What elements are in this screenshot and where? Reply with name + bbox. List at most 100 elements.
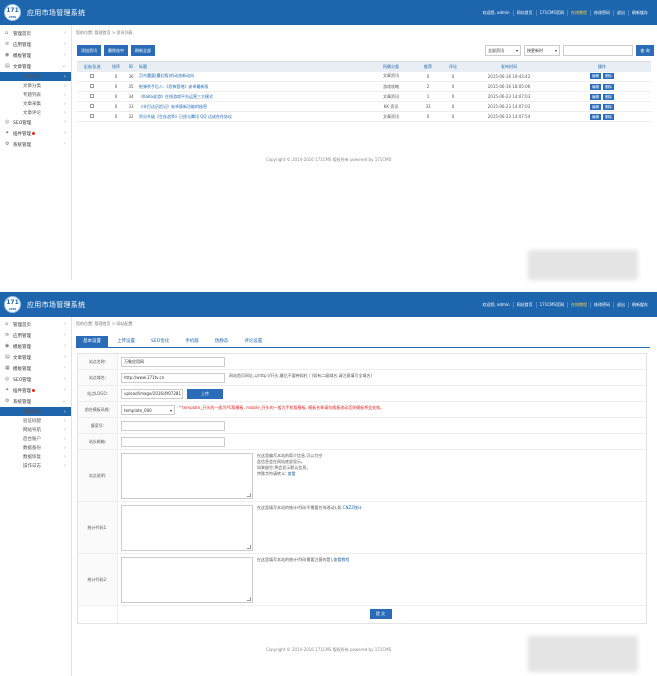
stats-code2-textarea[interactable] (121, 557, 253, 603)
tab-comments[interactable]: 评论设置 (237, 336, 269, 347)
delete-button[interactable]: 删除 (603, 83, 614, 90)
row-checkbox[interactable] (90, 114, 94, 118)
sidebar-item-article-list[interactable]: 文章列表 › (0, 72, 71, 81)
nav-site-home[interactable]: 网站首页 (512, 10, 536, 16)
nav-site-home[interactable]: 网站首页 (512, 302, 536, 308)
sidebar-item-site-config[interactable]: 网站配置 › (0, 407, 71, 416)
sidebar-item-home[interactable]: ⌂ 管理首页 ‹ (0, 319, 71, 330)
row-title-link[interactable]: 枪弹杀手后人:《恐怖营地》安卓最新版 (139, 84, 208, 89)
sidebar-item-site-nav[interactable]: 网站导航 › (0, 425, 71, 434)
nav-change-password[interactable]: 修改密码 (590, 302, 613, 308)
nav-logout[interactable]: 退出 (613, 10, 628, 16)
sidebar-item-articles[interactable]: ▤ 文章管理 ‹ (0, 352, 71, 363)
edit-button[interactable]: 编辑 (590, 93, 601, 100)
row-title-link[interactable]: 沉鸟魔蛋(魔幻版)的动态新动向 (139, 73, 194, 78)
search-button[interactable]: 查 询 (636, 45, 654, 56)
refresh-all-button[interactable]: 刷新全部 (131, 45, 155, 56)
delete-selected-button[interactable]: 删除选中 (104, 45, 128, 56)
sidebar-item-logs[interactable]: 操作日志 › (0, 461, 71, 470)
nav-logout[interactable]: 退出 (613, 302, 628, 308)
app-title-2: 应用市场管理系统 (27, 301, 86, 309)
sidebar-item-template-mgmt[interactable]: ▦ 模板管理 ‹ (0, 363, 71, 374)
row-title-link[interactable]: 《KaKa说游》在线游戏平台运营三大模式 (139, 94, 213, 99)
home-icon: ⌂ (5, 30, 9, 36)
delete-button[interactable]: 删除 (603, 73, 614, 80)
row-recommend: 0 (415, 111, 441, 122)
view-link[interactable]: 查看 (288, 471, 296, 476)
sidebar-item-plugins[interactable]: ✦ 插件管理 ‹ (0, 385, 71, 396)
notification-dot (32, 132, 35, 135)
email-input[interactable] (121, 437, 225, 447)
delete-button[interactable]: 删除 (603, 113, 614, 120)
nav-tutorial[interactable]: 在线教程 (567, 302, 590, 308)
nav-official-site[interactable]: 171CMS官网 (535, 302, 567, 308)
sidebar-item-restore[interactable]: 数据恢复 › (0, 452, 71, 461)
delete-button[interactable]: 删除 (603, 103, 614, 110)
col-select-all[interactable]: 全选/反选 (77, 61, 107, 72)
row-title-link[interactable]: 《辛巴达历险记》安卓版新功能的秘密 (139, 104, 207, 109)
tab-seo[interactable]: SEO优化 (144, 336, 176, 347)
stats-code1-hint: 在这里填写本站的统计代码(不需要任何改动),如 CNZZ统计 (257, 505, 362, 510)
sidebar-item-admin-accounts[interactable]: 后台账户 › (0, 434, 71, 443)
nav-official-site[interactable]: 171CMS官网 (535, 10, 567, 16)
row-category: 文章资讯 (367, 111, 415, 122)
sidebar-item-seo[interactable]: ◎ SEO管理 ‹ (0, 117, 71, 128)
nav-clear-cache[interactable]: 刷新缓存 (628, 302, 651, 308)
row-checkbox[interactable] (90, 104, 94, 108)
edit-button[interactable]: 编辑 (590, 83, 601, 90)
search-input[interactable] (563, 45, 633, 56)
sort-select[interactable]: 按更新时 (524, 45, 560, 56)
sidebar-item-collect[interactable]: 文章采集 › (0, 99, 71, 108)
sidebar-item-templates[interactable]: ◉ 模板管理 ‹ (0, 341, 71, 352)
category-select[interactable]: 全部资讯 (485, 45, 521, 56)
sidebar-item-seo[interactable]: ◎ SEO管理 ‹ (0, 374, 71, 385)
sidebar-item-plugins[interactable]: ✦ 插件管理 ‹ (0, 128, 71, 139)
row-checkbox[interactable] (90, 94, 94, 98)
sidebar-item-system[interactable]: ⚙ 系统管理 ⌄ (0, 396, 71, 407)
col-comments: 评论 (441, 61, 465, 72)
tab-mobile[interactable]: 手机版 (178, 336, 206, 347)
sidebar-item-comments[interactable]: 文章评论 › (0, 108, 71, 117)
icp-input[interactable] (121, 421, 225, 431)
sidebar-item-apps[interactable]: ≡ 应用管理 ‹ (0, 39, 71, 50)
app-logo-2[interactable]: 171 CMS (4, 296, 21, 313)
template-select[interactable]: template_000 (121, 405, 175, 415)
document-icon: ▤ (5, 63, 10, 69)
sidebar-item-captcha[interactable]: 验证码配 › (0, 416, 71, 425)
tutorial-link[interactable]: 查看教程 (333, 557, 349, 562)
sidebar-item-backup[interactable]: 数据备份 › (0, 443, 71, 452)
logo-label: 站点LOGO: (78, 386, 118, 401)
sidebar-item-apps[interactable]: ≡ 应用管理 ‹ (0, 330, 71, 341)
row-checkbox[interactable] (90, 73, 94, 78)
delete-button[interactable]: 删除 (603, 93, 614, 100)
edit-button[interactable]: 编辑 (590, 103, 601, 110)
sidebar-item-topics[interactable]: 专题列表 › (0, 90, 71, 99)
add-article-button[interactable]: 添加资讯 (77, 45, 101, 56)
nav-tutorial[interactable]: 在线教程 (567, 10, 590, 16)
tab-upload[interactable]: 上传设置 (110, 336, 142, 347)
sidebar-item-articles[interactable]: ▤ 文章管理 ⌄ (0, 61, 71, 72)
tab-rewrite[interactable]: 伪静态 (208, 336, 236, 347)
logo-path-input[interactable]: upload/image/2016/4f07281 (121, 389, 183, 399)
description-textarea[interactable] (121, 453, 253, 499)
sidebar-item-system[interactable]: ⚙ 系统管理 ‹ (0, 139, 71, 150)
tab-basic[interactable]: 基本设置 (76, 336, 108, 347)
email-label: 站长邮箱: (78, 434, 118, 449)
home-icon: ⌂ (5, 321, 9, 327)
row-checkbox[interactable] (90, 84, 94, 88)
stats-code1-textarea[interactable] (121, 505, 253, 551)
site-url-input[interactable]: http://www.171tv.cn (121, 373, 225, 383)
nav-clear-cache[interactable]: 刷新缓存 (628, 10, 651, 16)
cnzz-link[interactable]: CNZZ统计 (343, 505, 362, 510)
edit-button[interactable]: 编辑 (590, 73, 601, 80)
upload-button[interactable]: 上传 (187, 389, 223, 399)
sidebar-item-article-category[interactable]: 文章分类 › (0, 81, 71, 90)
app-logo[interactable]: 171 CMS (4, 4, 21, 21)
row-title-link[interactable]: 积分升级《生存战争》已经与腾讯 QQ 达成合作协议 (139, 114, 232, 119)
edit-button[interactable]: 编辑 (590, 113, 601, 120)
submit-button[interactable]: 提 交 (369, 609, 392, 619)
sidebar-item-home[interactable]: ⌂ 管理首页 ‹ (0, 28, 71, 39)
sidebar-item-templates[interactable]: ◉ 模板管理 ‹ (0, 50, 71, 61)
nav-change-password[interactable]: 修改密码 (590, 10, 613, 16)
site-name-input[interactable]: 万象应用网 (121, 357, 225, 367)
